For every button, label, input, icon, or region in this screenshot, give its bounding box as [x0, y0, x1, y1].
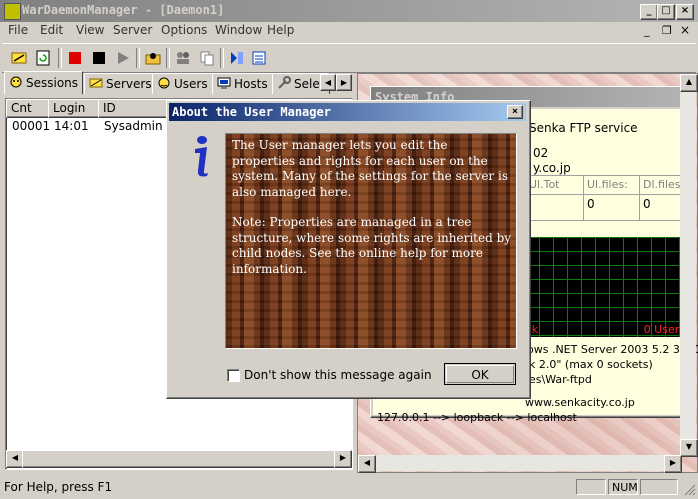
- tab-servers[interactable]: Servers: [84, 73, 157, 94]
- stats-header: Dl.files:: [643, 178, 685, 191]
- dont-show-checkbox-label[interactable]: Don't show this message again: [244, 368, 432, 382]
- column-header-cnt[interactable]: Cnt: [6, 99, 50, 118]
- close-window-button[interactable]: ×: [676, 4, 694, 20]
- mdi-horizontal-scrollbar[interactable]: ◀ ▶: [358, 455, 682, 473]
- scroll-right-button[interactable]: ▶: [334, 450, 352, 468]
- mdi-restore-icon[interactable]: ❐: [662, 24, 672, 37]
- maximize-button[interactable]: □: [657, 4, 675, 20]
- toolbar-separator: [136, 48, 140, 68]
- dialog-close-button[interactable]: ×: [507, 105, 523, 119]
- arrow-icon[interactable]: [226, 47, 248, 69]
- minimize-button[interactable]: _: [640, 4, 658, 20]
- horizontal-scrollbar[interactable]: ◀ ▶: [6, 450, 352, 468]
- tab-label: Sessions: [26, 76, 79, 90]
- sessions-icon: [9, 75, 23, 92]
- column-header-login[interactable]: Login: [48, 99, 100, 118]
- toolbar-separator: [220, 48, 224, 68]
- stats-header: Ul.files:: [587, 178, 628, 191]
- users-icon: [157, 76, 171, 93]
- status-bar: For Help, press F1 NUM: [0, 476, 698, 498]
- cell-id: Sysadmin: [104, 119, 163, 133]
- info-domain: y.co.jp: [533, 161, 571, 175]
- window-title-bar[interactable]: WarDaemonManager - [Daemon1] _ □ ×: [0, 0, 698, 22]
- pause-icon[interactable]: [88, 47, 110, 69]
- tab-sessions[interactable]: Sessions: [4, 71, 84, 94]
- status-panel-caps: [576, 479, 606, 495]
- ok-button[interactable]: OK: [444, 363, 516, 385]
- menu-file[interactable]: File: [8, 23, 28, 37]
- menu-help[interactable]: Help: [267, 23, 294, 37]
- select-icon: [277, 75, 291, 93]
- play-icon[interactable]: [112, 47, 134, 69]
- stats-table: Ul.Tot Ul.files: Dl.files: 0 0: [525, 175, 691, 226]
- tab-label: Hosts: [234, 77, 268, 91]
- info-icon: [189, 135, 215, 177]
- scroll-left-button[interactable]: ◀: [358, 455, 376, 473]
- stats-header: Ul.Tot: [529, 178, 560, 191]
- menu-window[interactable]: Window: [215, 23, 262, 37]
- tab-scroll-right-button[interactable]: ▶: [336, 74, 352, 91]
- mdi-close-icon[interactable]: ×: [680, 23, 690, 37]
- resize-grip-icon[interactable]: [682, 482, 696, 496]
- tab-hosts[interactable]: Hosts: [212, 73, 273, 94]
- ok-button-label: OK: [446, 365, 514, 383]
- mdi-vertical-scrollbar[interactable]: ▲ ▼: [680, 74, 698, 457]
- users-icon[interactable]: [172, 47, 194, 69]
- scroll-down-button[interactable]: ▼: [680, 439, 698, 457]
- stats-value: 0: [587, 197, 595, 211]
- toolbar-separator: [166, 48, 170, 68]
- app-icon[interactable]: [4, 3, 21, 20]
- copy-icon[interactable]: [196, 47, 218, 69]
- status-text: For Help, press F1: [4, 480, 113, 494]
- dialog-message-panel: The User manager lets you edit the prope…: [225, 133, 517, 349]
- menu-edit[interactable]: Edit: [40, 23, 63, 37]
- scroll-up-button[interactable]: ▲: [680, 74, 698, 92]
- servers-icon: [89, 76, 103, 93]
- tab-label: Users: [174, 77, 208, 91]
- info-line: 02: [533, 146, 549, 160]
- info-os: ows .NET Server 2003 5.2 3790 x86: [527, 343, 698, 356]
- dont-show-checkbox[interactable]: [227, 369, 240, 382]
- dialog-paragraph-2: Note: Properties are managed in a tree s…: [232, 215, 512, 276]
- info-service: Senka FTP service: [529, 121, 638, 135]
- info-path: es\War-ftpd: [529, 373, 592, 386]
- activity-graph: ak 0 Users: [525, 237, 691, 337]
- menu-options[interactable]: Options: [161, 23, 207, 37]
- menu-server[interactable]: Server: [113, 23, 152, 37]
- toolbar: [2, 43, 696, 73]
- info-winsock: k 2.0" (max 0 sockets): [529, 358, 653, 371]
- hosts-icon: [217, 76, 231, 93]
- dialog-title: About the User Manager: [172, 105, 331, 119]
- tab-label: Servers: [106, 77, 152, 91]
- tab-users[interactable]: Users: [152, 73, 213, 94]
- tab-scroll-left-button[interactable]: ◀: [320, 74, 336, 91]
- info-website: www.senkacity.co.jp: [525, 396, 635, 409]
- window-title: WarDaemonManager - [Daemon1]: [22, 3, 225, 17]
- cell-login: 14:01: [54, 119, 89, 133]
- menu-bar: File Edit View Server Options Window Hel…: [0, 22, 698, 40]
- toolbar-separator: [58, 48, 62, 68]
- stop-icon[interactable]: [64, 47, 86, 69]
- menu-view[interactable]: View: [76, 23, 104, 37]
- scroll-thumb[interactable]: [22, 450, 337, 468]
- list-icon[interactable]: [248, 47, 270, 69]
- stats-value: 0: [643, 197, 651, 211]
- info-loopback: 127.0.0.1 --> loopback --> localhost: [377, 411, 577, 424]
- dialog-title-bar[interactable]: About the User Manager ×: [169, 103, 526, 121]
- user-folder-icon[interactable]: [142, 47, 164, 69]
- graph-label-right: 0 Users: [643, 323, 685, 336]
- tab-label: Sele: [294, 77, 320, 91]
- status-panel-scrl: [640, 479, 678, 495]
- connect-icon[interactable]: [8, 47, 30, 69]
- scroll-right-button[interactable]: ▶: [664, 455, 682, 473]
- status-panel-num: NUM: [608, 479, 638, 495]
- mdi-minimize-icon[interactable]: _: [644, 24, 650, 37]
- cell-cnt: 00001: [12, 119, 51, 133]
- refresh-icon[interactable]: [32, 47, 54, 69]
- about-user-manager-dialog: About the User Manager × The User manage…: [166, 100, 531, 399]
- dialog-paragraph-1: The User manager lets you edit the prope…: [232, 138, 508, 199]
